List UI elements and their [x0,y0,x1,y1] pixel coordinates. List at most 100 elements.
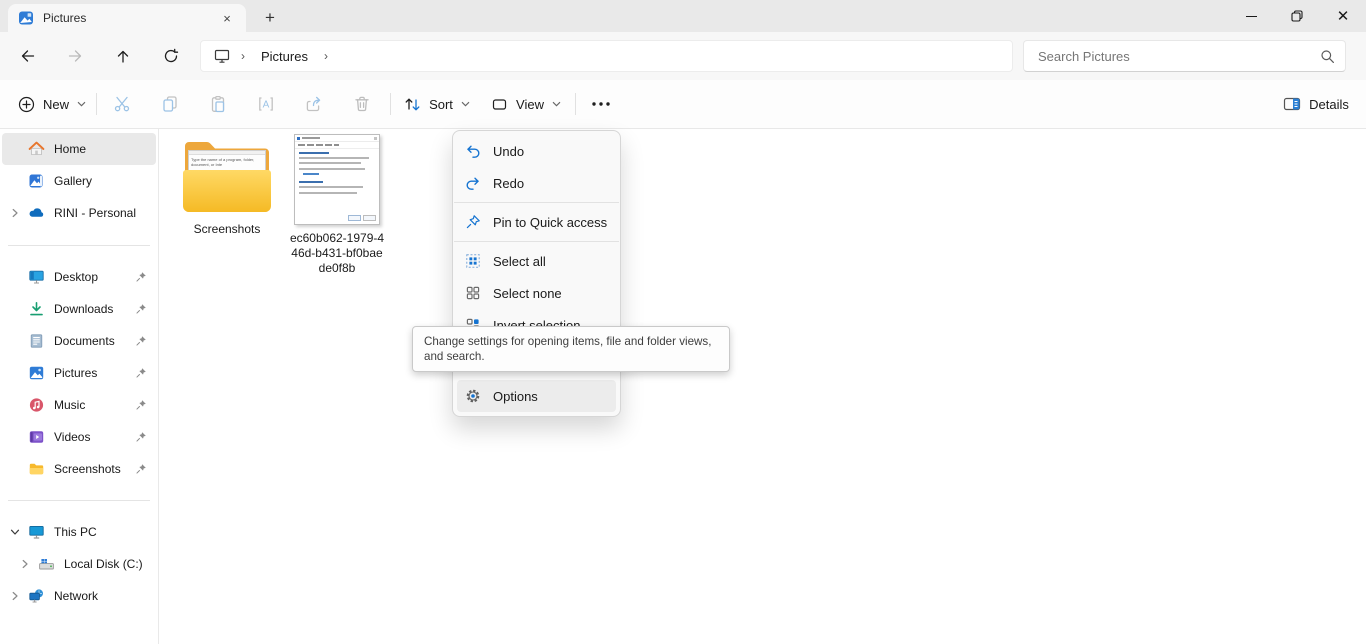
close-button[interactable]: ✕ [1320,0,1366,32]
sort-button[interactable]: Sort [399,88,475,120]
search-input[interactable] [1038,49,1320,64]
sidebar-label: Music [54,398,85,412]
breadcrumb-pictures[interactable]: Pictures [255,47,314,66]
sidebar-item-documents[interactable]: Documents [2,325,156,357]
share-icon [305,95,323,113]
sidebar-separator [8,245,150,246]
sidebar-item-home[interactable]: Home [2,133,156,165]
cut-button[interactable] [106,88,138,120]
toolbar-separator [575,93,576,115]
search-icon[interactable] [1320,49,1335,64]
desktop-icon [28,269,45,285]
pin-icon [135,303,147,315]
menu-item-label: Options [493,389,538,404]
toolbar-separator [390,93,391,115]
file-tile-image[interactable]: ec60b062-1979-4 46d-b431-bf0bae de0f8b [288,134,386,276]
menu-item-label: Pin to Quick access [493,215,607,230]
sidebar-item-gallery[interactable]: Gallery [2,165,156,197]
folder-tile-screenshots[interactable]: Type the name of a program, folder, docu… [179,134,275,237]
menu-item-label: Redo [493,176,524,191]
breadcrumb-chevron-icon[interactable]: › [324,49,328,63]
file-thumbnail [294,134,380,225]
menu-separator [454,202,619,203]
folder-large-icon: Type the name of a program, folder, docu… [183,134,271,216]
view-label: View [516,97,544,112]
address-bar[interactable]: › Pictures › [200,40,1013,72]
sidebar: Home Gallery RINI - Personal Desktop [0,129,158,612]
sidebar-item-videos[interactable]: Videos [2,421,156,453]
tab-pictures[interactable]: Pictures × [8,4,246,32]
sidebar-item-this-pc[interactable]: This PC [2,516,156,548]
restore-button[interactable] [1274,0,1320,32]
pin-icon [135,271,147,283]
file-tile-label: ec60b062-1979-4 46d-b431-bf0bae de0f8b [290,231,384,276]
documents-icon [28,333,45,349]
this-pc-breadcrumb-icon[interactable] [213,48,231,64]
titlebar: Pictures × + ✕ [0,0,1366,32]
delete-button[interactable] [346,88,378,120]
sidebar-item-onedrive-rini-personal[interactable]: RINI - Personal [2,197,156,229]
copy-button[interactable] [154,88,186,120]
close-icon: ✕ [1337,7,1350,25]
sidebar-label: Local Disk (C:) [64,557,143,571]
tab-close-icon[interactable]: × [218,9,236,27]
forward-button[interactable] [59,40,91,72]
see-more-button[interactable] [583,88,619,120]
menu-item-options[interactable]: Options [457,380,616,412]
delete-icon [353,95,371,113]
sidebar-item-desktop[interactable]: Desktop [2,261,156,293]
menu-item-select-all[interactable]: Select all [453,245,620,277]
chevron-down-icon [10,527,20,537]
svg-text:A: A [263,100,270,111]
command-toolbar: New A Sort View Details [0,80,1366,129]
sidebar-label: Desktop [54,270,98,284]
new-plus-icon [18,96,35,113]
sidebar-item-screenshots[interactable]: Screenshots [2,453,156,485]
videos-icon [28,429,45,445]
minimize-button[interactable] [1228,0,1274,32]
back-button[interactable] [11,40,43,72]
view-button[interactable]: View [487,88,565,120]
share-button[interactable] [298,88,330,120]
new-button[interactable]: New [14,88,90,120]
new-label: New [43,97,69,112]
rename-button[interactable]: A [250,88,282,120]
chevron-down-icon [461,101,470,107]
sidebar-item-local-disk-c[interactable]: Local Disk (C:) [2,548,156,580]
window-controls: ✕ [1228,0,1366,32]
chevron-right-icon [10,208,20,218]
search-box[interactable] [1023,40,1346,72]
sidebar-label: This PC [54,525,97,539]
menu-item-undo[interactable]: Undo [453,135,620,167]
home-icon [28,141,45,157]
chevron-right-icon [10,591,20,601]
sidebar-item-downloads[interactable]: Downloads [2,293,156,325]
local-disk-icon [38,556,55,572]
explorer-body: Home Gallery RINI - Personal Desktop [0,129,1366,644]
refresh-button[interactable] [155,40,187,72]
new-tab-button[interactable]: + [258,6,282,30]
menu-item-select-none[interactable]: Select none [453,277,620,309]
menu-item-label: Select all [493,254,546,269]
onedrive-icon [28,205,45,221]
menu-item-pin-to-quick-access[interactable]: Pin to Quick access [453,206,620,238]
pin-outline-icon [465,214,481,230]
pictures-tab-icon [18,10,34,26]
sidebar-item-pictures[interactable]: Pictures [2,357,156,389]
chevron-right-icon [20,559,30,569]
details-button[interactable]: Details [1278,88,1354,120]
pin-icon [135,335,147,347]
chevron-down-icon [552,101,561,107]
breadcrumb-chevron-icon: › [241,49,245,63]
refresh-icon [163,48,179,64]
pin-icon [135,367,147,379]
sidebar-label: Pictures [54,366,97,380]
paste-button[interactable] [202,88,234,120]
sort-icon [404,96,421,113]
undo-icon [465,143,481,159]
menu-item-redo[interactable]: Redo [453,167,620,199]
sidebar-item-network[interactable]: Network [2,580,156,612]
sidebar-item-music[interactable]: Music [2,389,156,421]
up-button[interactable] [107,40,139,72]
sidebar-label: Downloads [54,302,113,316]
